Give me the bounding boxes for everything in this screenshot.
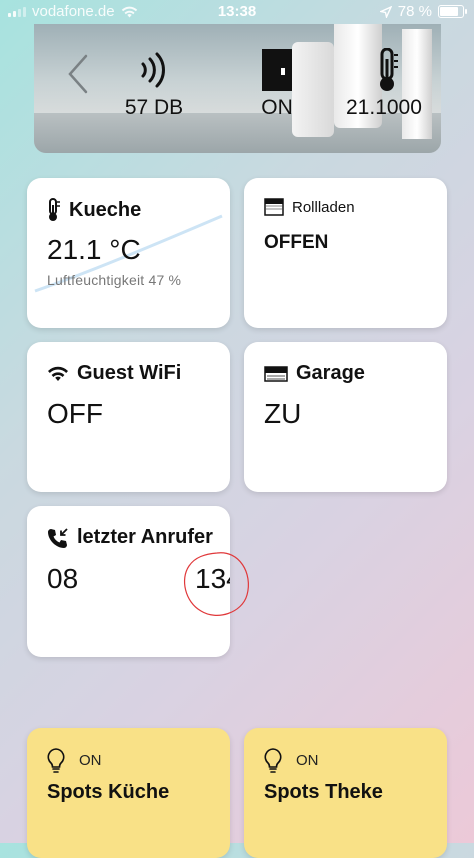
card-guest-wifi-title: Guest WiFi xyxy=(77,362,182,384)
card-anrufer-number-left: 08 xyxy=(47,563,79,594)
spots-theke-state: ON xyxy=(296,752,319,769)
card-garage-header: Garage xyxy=(264,362,365,385)
card-rollladen[interactable]: Rollladen OFFEN xyxy=(244,178,447,328)
card-guest-wifi[interactable]: Guest WiFi OFF xyxy=(27,342,230,492)
card-spots-theke[interactable]: ON Spots Theke xyxy=(244,728,447,858)
wifi-icon xyxy=(48,366,68,381)
weather-station-header: 57 DB ON 21.1000 xyxy=(34,24,441,153)
spots-kueche-state: ON xyxy=(79,752,102,769)
spots-kueche-name: Spots Küche xyxy=(47,781,170,803)
garage-icon xyxy=(264,365,288,382)
card-kueche-subtitle: Luftfeuchtigkeit 47 % xyxy=(47,272,182,288)
sound-level-item[interactable]: 57 DB xyxy=(114,48,194,120)
door-value: ON xyxy=(261,96,293,119)
card-rollladen-value: OFFEN xyxy=(264,232,329,253)
lightbulb-icon xyxy=(264,748,282,773)
thermometer-icon xyxy=(49,198,60,221)
lightbulb-icon xyxy=(47,748,65,773)
card-guest-wifi-value: OFF xyxy=(47,398,103,429)
card-kueche-title: Kueche xyxy=(69,198,142,221)
door-icon xyxy=(242,48,312,92)
card-kueche[interactable]: Kueche 21.1 °C Luftfeuchtigkeit 47 % xyxy=(27,178,230,328)
card-kueche-header: Kueche xyxy=(47,198,141,222)
battery-percent: 78 % xyxy=(397,3,432,20)
window-shade-icon xyxy=(264,198,284,216)
card-guest-wifi-header: Guest WiFi xyxy=(47,362,181,385)
thermometer-icon xyxy=(346,48,426,92)
card-letzter-anrufer[interactable]: letzter Anrufer 08 134 xyxy=(27,506,249,657)
card-rollladen-title: Rollladen xyxy=(292,198,355,216)
chevron-left-icon[interactable] xyxy=(66,54,90,94)
card-rollladen-header: Rollladen xyxy=(264,198,355,216)
card-garage-value: ZU xyxy=(264,398,302,429)
card-garage[interactable]: Garage ZU xyxy=(244,342,447,492)
spots-theke-name: Spots Theke xyxy=(264,781,383,803)
battery-icon xyxy=(438,5,467,18)
status-bar: vodafone.de 13:38 78 % xyxy=(0,0,474,24)
temperature-value: 21.1000 xyxy=(346,96,422,119)
red-annotation-circle xyxy=(184,552,249,616)
card-garage-title: Garage xyxy=(296,362,365,384)
sound-level-value: 57 DB xyxy=(124,96,184,119)
status-right: 78 % xyxy=(379,3,467,20)
door-item[interactable]: ON xyxy=(242,48,312,120)
incoming-call-icon xyxy=(48,527,68,548)
temperature-item[interactable]: 21.1000 xyxy=(346,48,426,120)
card-kueche-value: 21.1 °C xyxy=(47,234,141,265)
location-arrow-icon xyxy=(379,5,392,18)
sound-wave-icon xyxy=(114,48,194,92)
card-spots-kueche[interactable]: ON Spots Küche xyxy=(27,728,230,858)
